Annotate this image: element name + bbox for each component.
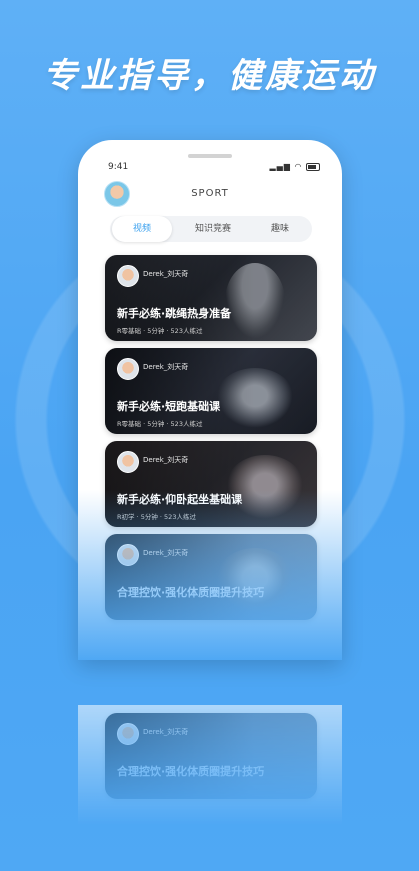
- status-time: 9:41: [108, 162, 129, 172]
- wifi-icon: ◠: [294, 162, 303, 171]
- author-avatar: [117, 358, 139, 380]
- video-meta: R初学 · 5分钟 · 523人练过: [117, 513, 196, 521]
- app-title: SPORT: [191, 188, 229, 199]
- author-name: Derek_刘天奇: [143, 549, 189, 557]
- video-title: 新手必练·短跑基础课: [117, 400, 221, 413]
- video-title: 新手必练·仰卧起坐基础课: [117, 493, 243, 506]
- author-name: Derek_刘天奇: [143, 456, 189, 464]
- phone-reflection: Derek_刘天奇 合理控饮·强化体质圈提升技巧: [78, 705, 342, 825]
- battery-icon: [306, 162, 320, 171]
- status-icons: ▂▄▆ ◠: [269, 162, 320, 171]
- author-avatar: [117, 723, 139, 745]
- phone-mockup: 9:41 ▂▄▆ ◠ SPORT 视频 知识竞赛 趣味 Derek_刘天奇 新手…: [78, 140, 342, 660]
- card-shade: [105, 713, 317, 799]
- video-title: 新手必练·跳绳热身准备: [117, 307, 232, 320]
- author-name: Derek_刘天奇: [143, 728, 189, 736]
- video-card[interactable]: Derek_刘天奇 新手必练·仰卧起坐基础课 R初学 · 5分钟 · 523人练…: [105, 441, 317, 527]
- athlete-image: [215, 548, 295, 614]
- video-card[interactable]: Derek_刘天奇 新手必练·短跑基础课 R零基础 · 5分钟 · 523人练过: [105, 348, 317, 434]
- phone-notch: [188, 154, 232, 158]
- video-meta: R零基础 · 5分钟 · 523人练过: [117, 420, 203, 428]
- video-card[interactable]: Derek_刘天奇 合理控饮·强化体质圈提升技巧: [105, 534, 317, 620]
- promo-headline: 专业指导，健康运动: [43, 56, 376, 96]
- tab-fun[interactable]: 趣味: [250, 216, 310, 242]
- video-title: 合理控饮·强化体质圈提升技巧: [117, 765, 265, 778]
- author-avatar: [117, 451, 139, 473]
- author-avatar: [117, 544, 139, 566]
- tab-video[interactable]: 视频: [112, 216, 172, 242]
- video-title: 合理控饮·强化体质圈提升技巧: [117, 586, 265, 599]
- tab-knowledge-quiz[interactable]: 知识竞赛: [180, 216, 246, 242]
- video-card[interactable]: Derek_刘天奇 新手必练·跳绳热身准备 R零基础 · 5分钟 · 523人练…: [105, 255, 317, 341]
- author-name: Derek_刘天奇: [143, 363, 189, 371]
- video-card: Derek_刘天奇 合理控饮·强化体质圈提升技巧: [105, 713, 317, 799]
- card-shade: [105, 441, 317, 527]
- signal-icon: ▂▄▆: [269, 162, 291, 171]
- card-shade: [105, 534, 317, 620]
- author-avatar: [117, 265, 139, 287]
- tab-bar: 视频 知识竞赛 趣味: [110, 216, 312, 242]
- author-name: Derek_刘天奇: [143, 270, 189, 278]
- video-meta: R零基础 · 5分钟 · 523人练过: [117, 327, 203, 335]
